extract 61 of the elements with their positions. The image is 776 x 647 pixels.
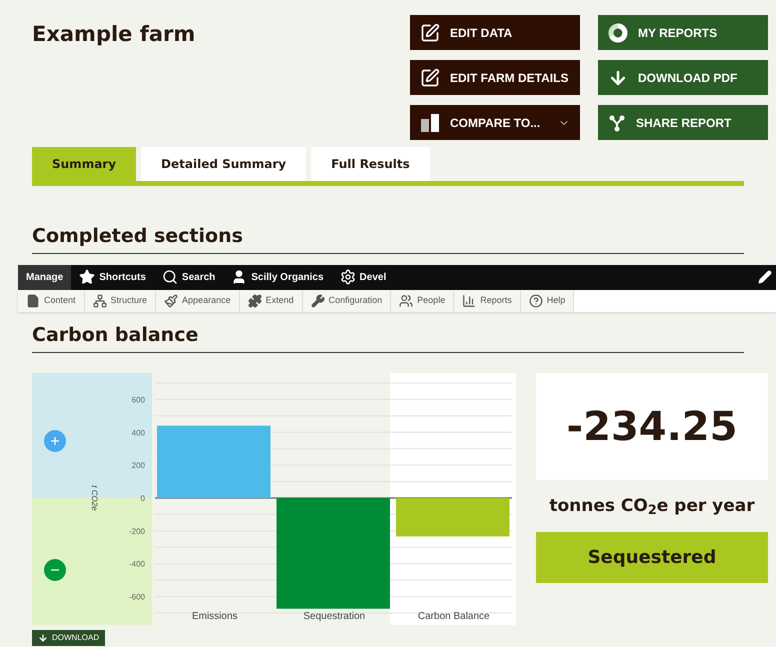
toolbar-item[interactable]: Devel — [332, 264, 394, 290]
action-button[interactable]: MY REPORTS — [598, 15, 768, 50]
plus-icon — [44, 430, 66, 452]
donut-icon — [608, 22, 628, 42]
action-button[interactable]: EDIT FARM DETAILS — [410, 60, 580, 95]
tab[interactable]: Detailed Summary — [141, 147, 306, 181]
tick-label: 600 — [132, 395, 145, 404]
menu-item[interactable]: Content — [18, 290, 85, 312]
menu-item[interactable]: Help — [520, 290, 574, 312]
tab[interactable]: Summary — [32, 147, 136, 181]
result-unit: tonnes CO$_{2}$e per year — [548, 495, 756, 520]
help-icon — [528, 294, 543, 308]
star-icon — [79, 269, 96, 285]
file-icon — [26, 294, 40, 308]
pencil-icon[interactable] — [758, 270, 772, 284]
menu-item[interactable]: Reports — [454, 290, 521, 312]
result-value: -234.25 — [536, 373, 768, 480]
tick-label: -200 — [128, 526, 145, 536]
menu-item[interactable]: Appearance — [156, 290, 240, 312]
tick-label: 0 — [140, 494, 145, 503]
tab[interactable]: Full Results — [311, 147, 430, 181]
toolbar-item[interactable]: Scilly Organics — [223, 264, 332, 290]
menu-item[interactable]: People — [391, 290, 454, 312]
menu-item[interactable]: Configuration — [302, 290, 392, 312]
edit-icon — [420, 22, 440, 42]
section-heading: Completed sections — [32, 222, 744, 254]
download-icon — [38, 633, 48, 643]
people-icon — [399, 294, 414, 308]
category-label: Emissions — [192, 611, 238, 622]
wrench-icon — [310, 294, 325, 308]
user-icon — [231, 269, 248, 285]
page-title: Example farm — [32, 21, 196, 48]
tick-label: 400 — [132, 428, 145, 438]
toolbar-item[interactable]: Search — [154, 264, 224, 290]
tick-label: 200 — [132, 461, 145, 470]
download-button[interactable]: DOWNLOAD — [32, 630, 106, 646]
puzzle-icon — [248, 294, 262, 308]
brush-icon — [164, 294, 178, 308]
category-label: Sequestration — [303, 611, 366, 622]
share-icon — [608, 114, 626, 132]
bar-chart-icon — [462, 294, 476, 308]
menu-item[interactable]: Structure — [84, 290, 156, 312]
axis-title: t CO2e — [90, 485, 99, 511]
toolbar-item[interactable]: Manage — [18, 264, 72, 290]
toolbar-item[interactable]: Shortcuts — [71, 264, 154, 290]
tick-label: -600 — [128, 592, 145, 602]
action-button[interactable]: SHARE REPORT — [598, 105, 768, 140]
bar-chart-icon — [420, 112, 440, 132]
status-badge: Sequestered — [536, 532, 768, 582]
action-button[interactable]: EDIT DATA — [410, 15, 580, 50]
tick-label: -400 — [128, 560, 145, 569]
edit-icon — [420, 68, 440, 88]
hierarchy-icon — [92, 294, 107, 308]
category-label: Carbon Balance — [418, 611, 490, 622]
menu-item[interactable]: Extend — [240, 290, 303, 312]
search-icon — [162, 269, 178, 285]
action-button[interactable]: COMPARE TO... — [410, 105, 580, 140]
action-button[interactable]: DOWNLOAD PDF — [598, 60, 768, 95]
section-heading: Carbon balance — [32, 320, 744, 353]
minus-icon — [44, 559, 66, 581]
gear-icon — [340, 269, 356, 285]
